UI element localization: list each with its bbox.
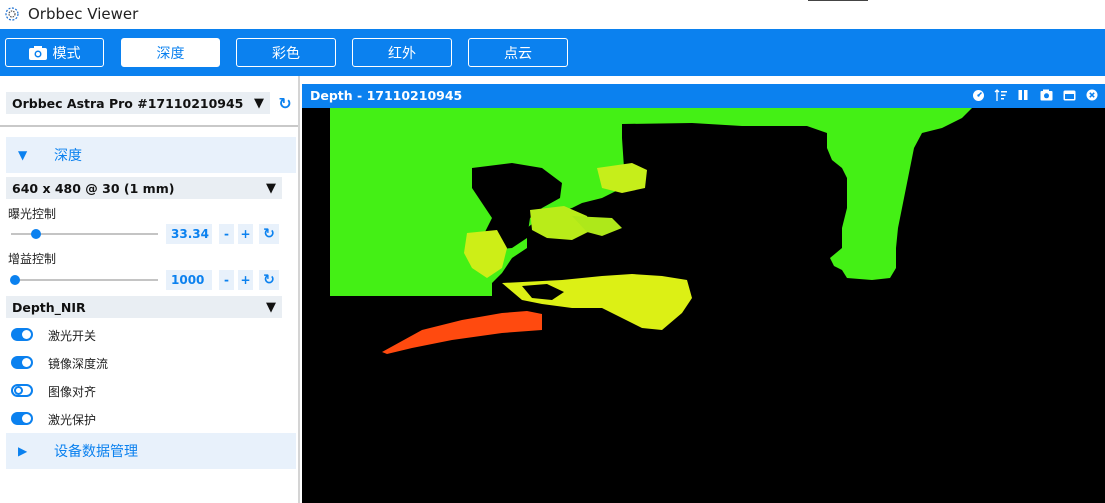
gain-slider-thumb[interactable] — [10, 275, 20, 285]
device-data-section-title: 设备数据管理 — [54, 444, 138, 460]
tab-color-label: 彩色 — [272, 45, 300, 62]
tab-color[interactable]: 彩色 — [236, 38, 336, 67]
refresh-icon: ↻ — [278, 93, 292, 113]
exposure-slider-thumb[interactable] — [31, 229, 41, 239]
camera-icon — [28, 45, 47, 60]
viewer-header: Depth - 17110210945 — [302, 84, 1105, 108]
divider — [0, 125, 298, 127]
gain-label: 增益控制 — [8, 252, 57, 266]
gain-value[interactable]: 1000 — [166, 270, 212, 290]
gain-value-text: 1000 — [171, 273, 205, 287]
orbbec-viewer-app: Orbbec Viewer 模式 深度 彩色 红外 点云 Orbbec Astr… — [0, 0, 1105, 503]
toggle-knob — [22, 414, 31, 423]
gain-increment-button[interactable]: + — [238, 270, 253, 290]
toggle-knob — [22, 358, 31, 367]
gain-reset-button[interactable]: ↻ — [259, 270, 279, 290]
title-bar-line — [808, 0, 868, 1]
laser-protect-toggle-label: 激光保护 — [48, 413, 97, 427]
minus-label: - — [224, 273, 229, 287]
control-sidebar: Orbbec Astra Pro #17110210945 ▼ ↻ ▼ 深度 6… — [0, 76, 300, 503]
exposure-value[interactable]: 33.34 — [166, 224, 212, 244]
plus-label: + — [240, 273, 251, 287]
refresh-icon: ↻ — [263, 226, 275, 242]
exposure-label: 曝光控制 — [8, 207, 57, 221]
viewer-top-strip — [302, 76, 1105, 84]
snapshot-icon[interactable] — [1039, 87, 1053, 103]
exposure-increment-button[interactable]: + — [238, 224, 253, 244]
mirror-depth-toggle[interactable] — [11, 356, 33, 369]
depth-section-title: 深度 — [54, 148, 82, 164]
refresh-device-button[interactable]: ↻ — [276, 93, 294, 113]
resolution-select[interactable]: 640 x 480 @ 30 (1 mm) ▼ — [6, 177, 282, 199]
exposure-decrement-button[interactable]: - — [219, 224, 234, 244]
tab-mode-label: 模式 — [52, 45, 81, 62]
chevron-down-icon: ▼ — [266, 181, 276, 196]
sort-icon[interactable] — [993, 87, 1007, 103]
depth-section-header[interactable]: ▼ 深度 — [6, 137, 296, 173]
mode-tab-bar: 模式 深度 彩色 红外 点云 — [0, 29, 1105, 76]
tab-depth-label: 深度 — [156, 45, 185, 62]
expand-triangle-icon: ▶ — [18, 444, 28, 458]
stream-mode-select-value: Depth_NIR — [12, 299, 86, 315]
chevron-down-icon: ▼ — [266, 300, 276, 315]
depth-image — [302, 108, 1105, 503]
maximize-icon[interactable] — [1062, 87, 1076, 103]
device-select-value: Orbbec Astra Pro #17110210945 — [12, 95, 244, 111]
laser-toggle-label: 激光开关 — [48, 329, 97, 343]
laser-protect-toggle[interactable] — [11, 412, 33, 425]
toggle-knob — [14, 386, 23, 395]
minus-label: - — [224, 227, 229, 241]
close-icon[interactable] — [1085, 87, 1099, 103]
device-data-section-header[interactable]: ▶ 设备数据管理 — [6, 433, 296, 469]
orbbec-logo-icon — [5, 7, 19, 21]
toggle-knob — [22, 330, 31, 339]
depth-view-canvas[interactable] — [302, 108, 1105, 503]
viewer-title: Depth - 17110210945 — [310, 88, 463, 103]
tab-infrared[interactable]: 红外 — [352, 38, 452, 67]
window-title: Orbbec Viewer — [28, 5, 139, 23]
depth-region-mid-1 — [597, 163, 647, 193]
gauge-icon[interactable] — [971, 87, 985, 103]
tab-depth[interactable]: 深度 — [121, 38, 220, 67]
laser-toggle[interactable] — [11, 328, 33, 341]
exposure-reset-button[interactable]: ↻ — [259, 224, 279, 244]
tab-infrared-label: 红外 — [388, 45, 416, 62]
chevron-down-icon: ▼ — [254, 96, 264, 111]
image-align-toggle-label: 图像对齐 — [48, 385, 97, 399]
resolution-select-value: 640 x 480 @ 30 (1 mm) — [12, 180, 175, 196]
exposure-value-text: 33.34 — [171, 227, 209, 241]
title-bar: Orbbec Viewer — [0, 0, 1105, 29]
mirror-depth-toggle-label: 镜像深度流 — [48, 357, 109, 371]
gain-slider[interactable] — [11, 279, 158, 281]
pause-icon[interactable] — [1016, 87, 1030, 103]
device-select[interactable]: Orbbec Astra Pro #17110210945 ▼ — [6, 92, 270, 114]
gain-decrement-button[interactable]: - — [219, 270, 234, 290]
plus-label: + — [240, 227, 251, 241]
collapse-triangle-icon: ▼ — [18, 148, 28, 162]
tab-mode[interactable]: 模式 — [5, 38, 104, 67]
stream-mode-select[interactable]: Depth_NIR ▼ — [6, 296, 282, 318]
tab-point-cloud[interactable]: 点云 — [468, 38, 568, 67]
tab-point-cloud-label: 点云 — [504, 45, 532, 62]
refresh-icon: ↻ — [263, 272, 275, 288]
image-align-toggle[interactable] — [11, 384, 33, 397]
